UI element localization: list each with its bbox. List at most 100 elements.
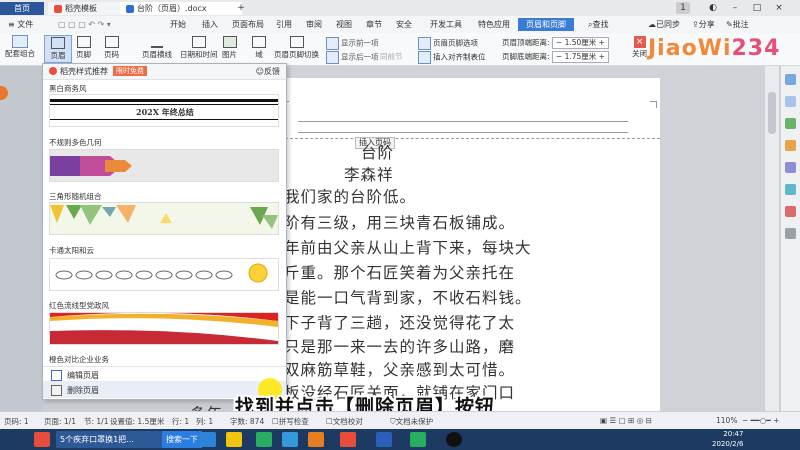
menu-view[interactable]: 视图 xyxy=(334,18,354,31)
tab-template[interactable]: 稻壳模板 xyxy=(48,2,120,15)
close-header-footer-button[interactable]: × 关闭 xyxy=(632,36,647,59)
share-button[interactable]: ⇪分享 xyxy=(690,18,717,31)
zoom-level[interactable]: 110% xyxy=(716,416,737,425)
menu-file[interactable]: ≡ 文件 xyxy=(6,18,35,31)
folder-icon[interactable] xyxy=(226,432,242,447)
right-tool-sidebar xyxy=(780,66,800,411)
tab-home[interactable]: 首页 xyxy=(0,2,44,15)
combo-button[interactable]: 配套组合 xyxy=(4,35,36,59)
picture-label: 图片 xyxy=(222,50,237,59)
doc-paragraph-line: 我们家的台阶低。 xyxy=(284,188,417,206)
menu-dev-tools[interactable]: 开发工具 xyxy=(428,18,464,31)
section-title: 三角形随机组合 xyxy=(49,192,102,201)
backup-icon[interactable] xyxy=(785,184,796,195)
maximize-icon[interactable]: □ xyxy=(750,2,764,14)
menu-reference[interactable]: 引用 xyxy=(274,18,294,31)
menu-chapter[interactable]: 章节 xyxy=(364,18,384,31)
menu-security[interactable]: 安全 xyxy=(394,18,414,31)
property-icon[interactable] xyxy=(785,162,796,173)
more-tools-icon[interactable] xyxy=(785,228,796,239)
edge-icon[interactable] xyxy=(200,432,216,447)
status-page: 页码: 1 xyxy=(4,417,29,426)
spell-check-toggle[interactable]: ☐拼写检查 xyxy=(272,416,309,427)
show-previous-button[interactable]: 显示前一项 xyxy=(326,37,379,50)
scrollbar-thumb[interactable] xyxy=(768,92,776,134)
header-top-distance: 页眉顶端距离: − 1.50厘米 + xyxy=(502,37,609,49)
pdf-icon[interactable] xyxy=(340,432,356,447)
menu-page-layout[interactable]: 页面布局 xyxy=(230,18,266,31)
wps-writer-icon[interactable] xyxy=(376,432,392,447)
ribbon-menu-bar: ≡ 文件 ▢ ▢ ▢ ↶ ↷ ▾ 开始 插入 页面布局 引用 审阅 视图 章节 … xyxy=(0,16,800,33)
navigation-float-icon[interactable] xyxy=(0,86,8,100)
header-line-button[interactable]: 页眉横线 xyxy=(142,35,172,60)
limit-icon[interactable] xyxy=(785,206,796,217)
chrome-icon[interactable] xyxy=(410,432,426,447)
cloud-drive-icon[interactable] xyxy=(282,432,298,447)
feedback-link[interactable]: ☺反馈 xyxy=(256,66,280,77)
footer-bottom-spinner[interactable]: − 1.75厘米 + xyxy=(551,51,609,63)
shape-icon[interactable] xyxy=(785,140,796,151)
sync-label: 已同步 xyxy=(656,20,680,29)
style-thumbnail-geometric[interactable] xyxy=(49,149,279,182)
taskbar-search[interactable]: 搜索一下 xyxy=(162,431,202,448)
tab-add-button[interactable]: + xyxy=(234,2,248,14)
header-button[interactable]: 页眉 xyxy=(44,35,72,63)
skin-icon[interactable]: ◐ xyxy=(706,2,720,14)
clock-time: 20:47 xyxy=(723,430,744,438)
start-button-icon[interactable] xyxy=(34,432,50,447)
header-region-line-bottom xyxy=(298,132,628,133)
taskbar-clock[interactable]: 20:47 2020/2/6 xyxy=(712,429,744,448)
style-thumbnail-red-party[interactable] xyxy=(49,312,279,345)
doc-protect-status[interactable]: ⛉文档未保护 xyxy=(390,416,433,427)
field-button[interactable]: 域 xyxy=(252,35,266,60)
menu-start[interactable]: 开始 xyxy=(168,18,188,31)
menu-insert[interactable]: 插入 xyxy=(200,18,220,31)
picture-button[interactable]: 图片 xyxy=(222,35,237,60)
search-box[interactable]: ⌕查找 xyxy=(586,18,610,31)
edit-header-button[interactable]: 编辑页眉 xyxy=(43,366,286,382)
doc-protect-label: 文档未保护 xyxy=(395,417,434,426)
select-icon[interactable] xyxy=(785,74,796,85)
edit-icon[interactable] xyxy=(785,118,796,129)
comment-button[interactable]: ✎批注 xyxy=(724,18,751,31)
header-footer-switch-label: 页眉页脚切换 xyxy=(274,50,319,59)
status-words[interactable]: 字数: 874 xyxy=(230,416,264,427)
minimize-icon[interactable]: – xyxy=(728,2,742,14)
quick-access-icons[interactable]: ▢ ▢ ▢ ↶ ↷ ▾ xyxy=(56,18,113,31)
doc-proof-label: 文档校对 xyxy=(332,417,363,426)
date-time-button[interactable]: 日期和时间 xyxy=(180,35,218,60)
excel-icon[interactable] xyxy=(256,432,272,447)
next-icon xyxy=(326,51,339,64)
panel-header: 稻壳样式推荐 限时免费 ☺反馈 xyxy=(43,64,286,80)
status-pages[interactable]: 页面: 1/1 xyxy=(44,416,76,427)
show-next-button[interactable]: 显示后一项 xyxy=(326,51,379,64)
menu-special[interactable]: 特色应用 xyxy=(476,18,512,31)
feedback-icon: ☺ xyxy=(255,67,264,76)
style-thumbnail-black-white[interactable]: 202X 年终总结 xyxy=(49,94,279,127)
close-icon[interactable]: × xyxy=(772,2,786,14)
taskbar-browser-item[interactable]: 5个疾弃口罩换1把... xyxy=(56,431,164,448)
same-as-previous-button[interactable]: 同前节 xyxy=(380,51,403,62)
status-row: 行: 1 xyxy=(172,417,190,426)
menu-header-footer[interactable]: 页眉和页脚 xyxy=(518,18,574,31)
page-number-button[interactable]: 页码 xyxy=(104,35,119,60)
header-top-spinner[interactable]: − 1.50厘米 + xyxy=(551,37,609,49)
header-label: 页眉 xyxy=(50,51,66,60)
header-footer-switch-button[interactable]: 页眉页脚切换 xyxy=(274,35,319,60)
insert-tab-stop-button[interactable]: 插入对齐制表位 xyxy=(418,51,486,64)
app-icon[interactable] xyxy=(308,432,324,447)
spell-check-label: 拼写检查 xyxy=(278,417,309,426)
tab-document[interactable]: 台阶（页眉）.docx xyxy=(120,2,242,15)
record-icon[interactable] xyxy=(446,432,462,447)
header-footer-options-label: 页眉页脚选项 xyxy=(433,38,478,48)
sync-status[interactable]: ☁已同步 xyxy=(646,18,682,31)
zoom-slider[interactable]: − ━━○━ + xyxy=(742,416,779,425)
header-footer-options-button[interactable]: 页眉页脚选项 xyxy=(418,37,478,50)
view-mode-icons[interactable]: ▣ ☰ ▢ ⊞ ◎ ⊟ xyxy=(600,416,652,425)
menu-review[interactable]: 审阅 xyxy=(304,18,324,31)
style-thumbnail-cartoon[interactable] xyxy=(49,258,279,291)
footer-button[interactable]: 页脚 xyxy=(76,35,91,60)
doc-proof-button[interactable]: ☐文档校对 xyxy=(326,416,363,427)
style-thumbnail-triangles[interactable] xyxy=(49,202,279,235)
style-icon[interactable] xyxy=(785,96,796,107)
